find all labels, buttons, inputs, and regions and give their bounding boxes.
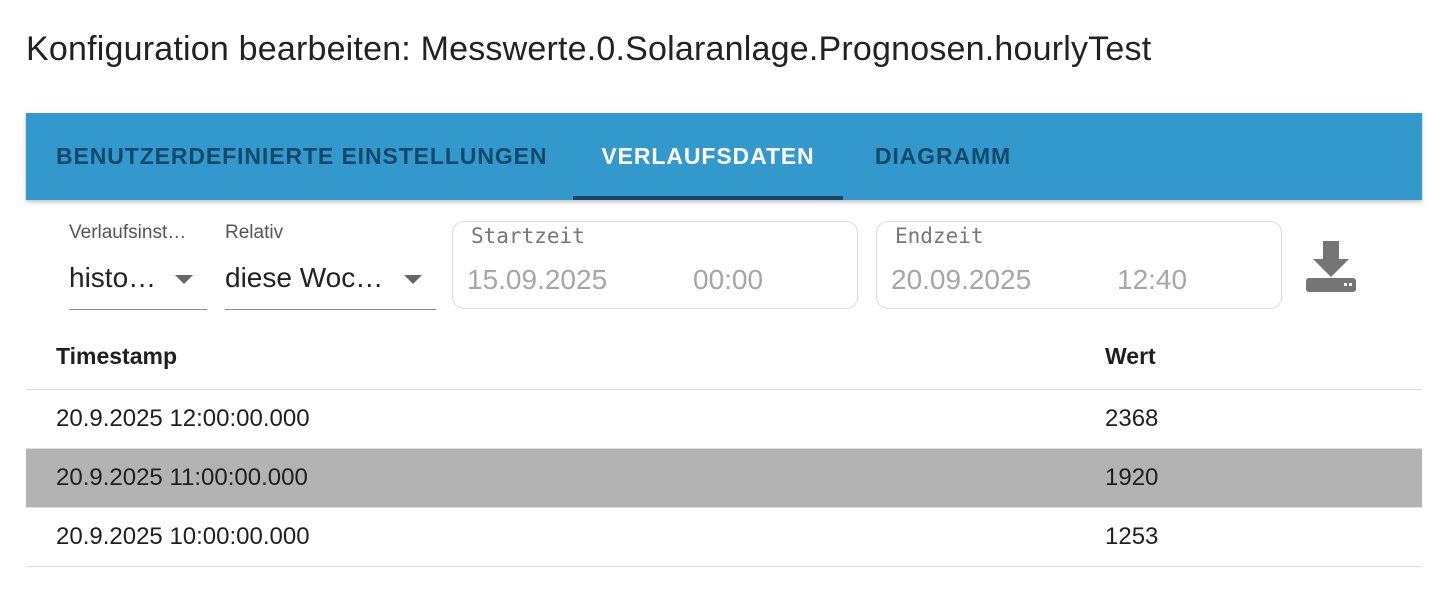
history-instance-value: histo… <box>69 262 157 293</box>
table-row[interactable]: 20.9.2025 10:00:00.000 1253 <box>26 508 1422 567</box>
start-time-field[interactable]: Startzeit 15.09.2025 00:00 <box>452 221 858 309</box>
download-icon <box>1306 241 1356 292</box>
history-instance-label: Verlaufsinst… <box>69 222 187 243</box>
table-row[interactable]: 20.9.2025 12:00:00.000 2368 <box>26 390 1422 449</box>
relative-range-label: Relativ <box>225 222 284 243</box>
value-cell: 2368 <box>1105 405 1159 432</box>
timestamp-cell: 20.9.2025 11:00:00.000 <box>56 464 308 491</box>
value-cell: 1920 <box>1105 464 1159 491</box>
end-date-input[interactable]: 20.09.2025 <box>891 264 1031 296</box>
chevron-down-icon[interactable] <box>404 275 422 284</box>
relative-range-value: diese Woc… <box>225 262 384 293</box>
page-title: Konfiguration bearbeiten: Messwerte.0.So… <box>26 30 1152 68</box>
tab-bar: BENUTZERDEFINIERTE EINSTELLUNGEN VERLAUF… <box>26 113 1422 200</box>
start-time-label: Startzeit <box>471 224 585 248</box>
timestamp-cell: 20.9.2025 10:00:00.000 <box>56 523 310 550</box>
start-time-input[interactable]: 00:00 <box>693 264 763 296</box>
table-header: Timestamp Wert <box>26 326 1422 390</box>
history-instance-select[interactable]: Verlaufsinst… histo… <box>69 222 207 310</box>
download-button[interactable] <box>1302 238 1360 296</box>
history-table: Timestamp Wert 20.9.2025 12:00:00.000 23… <box>26 326 1422 567</box>
end-time-input[interactable]: 12:40 <box>1117 264 1187 296</box>
value-cell: 1253 <box>1105 523 1159 550</box>
relative-range-select[interactable]: Relativ diese Woc… <box>225 222 436 310</box>
timestamp-cell: 20.9.2025 12:00:00.000 <box>56 405 310 432</box>
chevron-down-icon[interactable] <box>175 275 193 284</box>
tab-history-data[interactable]: VERLAUFSDATEN <box>573 113 843 200</box>
column-header-value[interactable]: Wert <box>1105 343 1156 370</box>
tab-chart[interactable]: DIAGRAMM <box>843 113 1043 200</box>
end-time-field[interactable]: Endzeit 20.09.2025 12:40 <box>876 221 1282 309</box>
column-header-timestamp[interactable]: Timestamp <box>56 343 177 370</box>
start-date-input[interactable]: 15.09.2025 <box>467 264 607 296</box>
table-row[interactable]: 20.9.2025 11:00:00.000 1920 <box>26 449 1422 508</box>
end-time-label: Endzeit <box>895 224 984 248</box>
tab-custom-settings[interactable]: BENUTZERDEFINIERTE EINSTELLUNGEN <box>26 113 573 200</box>
